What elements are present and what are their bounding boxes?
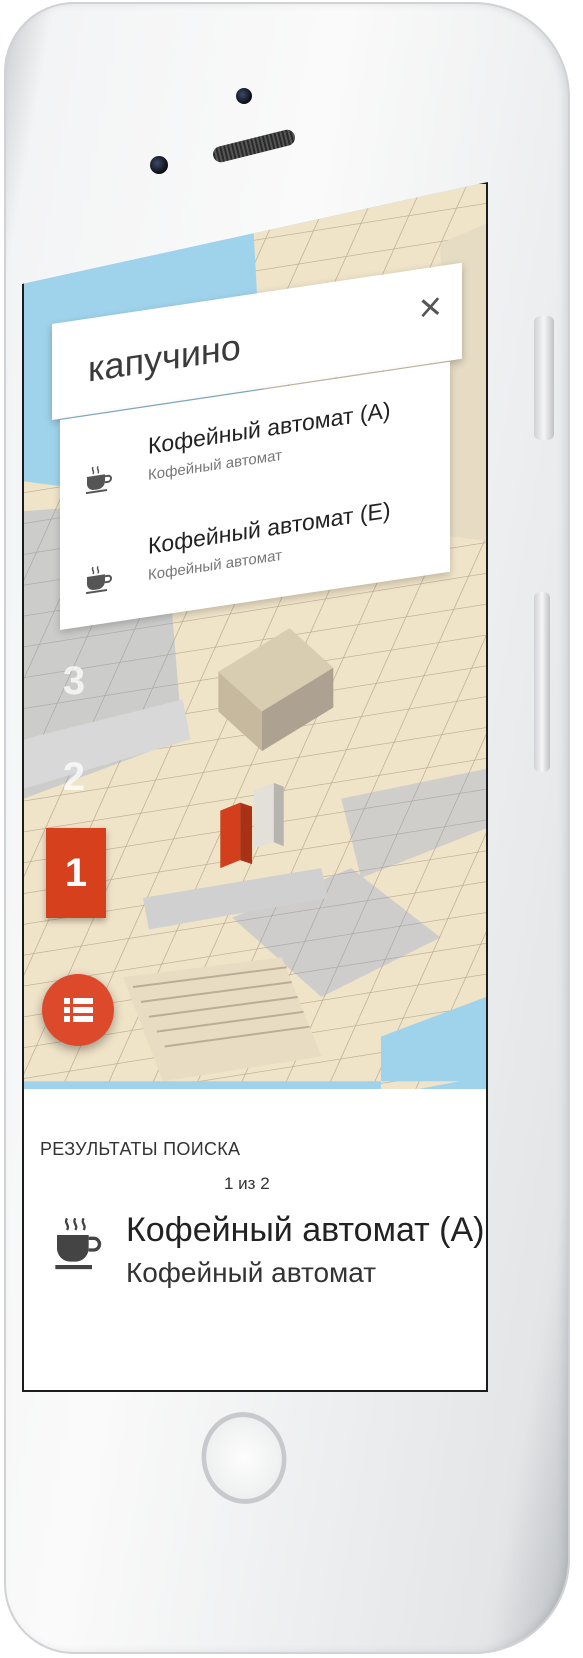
results-count: 1 из 2 bbox=[224, 1174, 270, 1193]
power-button bbox=[534, 316, 554, 440]
coffee-cup-icon bbox=[86, 466, 112, 495]
earpiece-speaker bbox=[211, 128, 297, 164]
front-camera bbox=[236, 88, 252, 104]
floor-button-3[interactable]: 3 bbox=[44, 636, 104, 726]
result-item[interactable]: Кофейный автомат (A) Кофейный автомат bbox=[24, 1199, 486, 1309]
home-button bbox=[194, 1405, 294, 1511]
list-view-button[interactable] bbox=[42, 974, 114, 1046]
phone-frame: 3 2 1 капучино × Кофейный автомат (A) Ко… bbox=[4, 2, 570, 1654]
coffee-cup-icon bbox=[55, 1217, 102, 1270]
side-button bbox=[534, 592, 550, 772]
close-icon[interactable]: × bbox=[419, 284, 442, 332]
floor-button-2[interactable]: 2 bbox=[44, 732, 104, 822]
search-results-panel: РЕЗУЛЬТАТЫ ПОИСКА 1 из 2 Кофейный автома… bbox=[24, 1089, 486, 1390]
floor-button-1[interactable]: 1 bbox=[46, 828, 106, 918]
result-title: Кофейный автомат (A) bbox=[126, 1211, 485, 1249]
list-icon bbox=[64, 998, 93, 1022]
result-subtitle: Кофейный автомат bbox=[126, 1257, 377, 1288]
results-title: РЕЗУЛЬТАТЫ ПОИСКА bbox=[40, 1139, 241, 1159]
search-input[interactable]: капучино bbox=[88, 326, 241, 391]
coffee-cup-icon bbox=[86, 566, 112, 595]
front-sensor bbox=[150, 156, 168, 174]
app-screen: 3 2 1 капучино × Кофейный автомат (A) Ко… bbox=[22, 182, 488, 1392]
